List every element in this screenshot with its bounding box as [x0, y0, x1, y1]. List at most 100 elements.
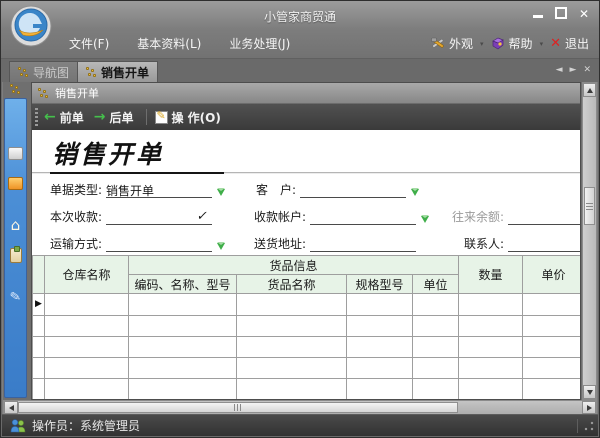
client-area: ⌂ ✎ 销售开单 ← 前单 → 后单	[3, 82, 597, 400]
grid-cell[interactable]	[129, 379, 237, 400]
menu-file[interactable]: 文件(F)	[69, 35, 109, 52]
sales-billing-panel: 销售开单 ← 前单 → 后单 操 作(O)	[31, 82, 581, 400]
grid-cell[interactable]	[45, 294, 129, 316]
grid-cell[interactable]	[523, 358, 580, 379]
address-input[interactable]	[310, 236, 416, 252]
grid-cell[interactable]	[45, 337, 129, 358]
shortcut-window-button[interactable]	[7, 145, 25, 161]
resize-grip-icon[interactable]	[584, 421, 594, 431]
grid-cell[interactable]	[237, 379, 347, 400]
tab-navigation-map[interactable]: 导航图	[9, 61, 78, 82]
grid-cell[interactable]	[459, 379, 523, 400]
grid-cell[interactable]	[413, 337, 459, 358]
grid-cell[interactable]	[523, 337, 580, 358]
scroll-up-button[interactable]	[583, 83, 596, 97]
scroll-left-button[interactable]	[4, 401, 18, 414]
help-dropdown-caret-icon[interactable]: ▾	[540, 40, 544, 48]
grid-cell[interactable]	[347, 358, 413, 379]
app-logo-icon[interactable]	[9, 4, 53, 48]
grid-row[interactable]	[33, 316, 581, 337]
contact-input[interactable]	[508, 236, 580, 252]
col-goods-name[interactable]: 货品名称	[237, 275, 347, 294]
col-quantity[interactable]: 数量	[459, 256, 523, 294]
exit-menu[interactable]: ✕ 退出	[550, 35, 589, 52]
grid-cell[interactable]	[347, 294, 413, 316]
next-bill-button[interactable]: → 后单	[94, 109, 134, 126]
account-input[interactable]	[310, 209, 416, 225]
transport-dropdown-icon[interactable]	[217, 243, 225, 250]
grid-cell[interactable]	[459, 358, 523, 379]
grid-row[interactable]	[33, 358, 581, 379]
col-unit-price[interactable]: 单价	[523, 256, 580, 294]
maximize-button[interactable]	[555, 7, 567, 19]
grid-cell[interactable]	[45, 379, 129, 400]
horizontal-scrollbar[interactable]	[3, 400, 597, 415]
grid-cell[interactable]	[347, 379, 413, 400]
grid-cell[interactable]	[413, 294, 459, 316]
scroll-down-button[interactable]	[583, 385, 596, 399]
col-warehouse[interactable]: 仓库名称	[45, 256, 129, 294]
toolbar-grip-handle[interactable]	[35, 108, 38, 126]
grid-cell[interactable]	[237, 316, 347, 337]
horizontal-scroll-thumb[interactable]	[18, 402, 458, 413]
vertical-scroll-thumb[interactable]	[584, 187, 595, 225]
grid-cell[interactable]	[459, 337, 523, 358]
menu-basic-data[interactable]: 基本资料(L)	[137, 35, 201, 52]
tab-close-icon[interactable]: ✕	[583, 65, 591, 75]
grid-cell[interactable]	[129, 337, 237, 358]
grid-cell[interactable]	[129, 316, 237, 337]
action-menu-button[interactable]: 操 作(O)	[155, 109, 221, 126]
scroll-right-button[interactable]	[582, 401, 596, 414]
grid-cell[interactable]	[459, 316, 523, 337]
vertical-scrollbar[interactable]	[582, 82, 597, 400]
appearance-menu[interactable]: 外观	[431, 35, 473, 52]
grid-cell[interactable]	[413, 358, 459, 379]
shortcut-pencil-button[interactable]: ✎	[7, 289, 25, 305]
shortcut-folder-button[interactable]	[7, 175, 25, 191]
grid-cell[interactable]	[413, 316, 459, 337]
appearance-dropdown-caret-icon[interactable]: ▾	[480, 40, 484, 48]
close-button[interactable]: ✕	[579, 7, 589, 21]
tab-sales-billing[interactable]: 销售开单	[77, 61, 158, 82]
grid-cell[interactable]	[237, 358, 347, 379]
grid-cell[interactable]	[413, 379, 459, 400]
shortcut-clipboard-button[interactable]	[7, 247, 25, 263]
grid-cell[interactable]	[347, 337, 413, 358]
col-unit[interactable]: 单位	[413, 275, 459, 294]
grid-cell[interactable]	[129, 294, 237, 316]
grid-cell[interactable]	[237, 337, 347, 358]
col-group-goods-info[interactable]: 货品信息	[129, 256, 459, 275]
contact-label: 联系人:	[464, 235, 504, 252]
tab-scroll-left-icon[interactable]: ◄	[556, 65, 563, 75]
customer-input[interactable]	[300, 182, 406, 198]
col-code-name-model[interactable]: 编码、名称、型号	[129, 275, 237, 294]
payment-input[interactable]: ✓	[106, 209, 212, 225]
clipboard-icon	[10, 248, 22, 263]
customer-dropdown-icon[interactable]	[411, 189, 419, 196]
col-spec-model[interactable]: 规格型号	[347, 275, 413, 294]
transport-input[interactable]	[106, 236, 212, 252]
grid-cell[interactable]	[45, 358, 129, 379]
doc-type-dropdown-icon[interactable]	[217, 189, 225, 196]
doc-type-input[interactable]: 销售开单	[106, 182, 212, 198]
account-dropdown-icon[interactable]	[421, 216, 429, 223]
tab-scroll-right-icon[interactable]: ►	[570, 65, 577, 75]
grid-row[interactable]	[33, 337, 581, 358]
prev-bill-button[interactable]: ← 前单	[44, 109, 84, 126]
grid-row[interactable]	[33, 379, 581, 400]
grid-cell[interactable]	[347, 316, 413, 337]
grid-cell[interactable]	[45, 316, 129, 337]
shortcut-home-button[interactable]: ⌂	[7, 217, 25, 233]
minimize-button[interactable]	[533, 7, 543, 18]
balance-input	[508, 209, 580, 225]
grid-cell[interactable]	[129, 358, 237, 379]
grid-cell[interactable]	[523, 316, 580, 337]
grid-cell[interactable]	[523, 379, 580, 400]
grid-cell[interactable]	[523, 294, 580, 316]
grid-cell[interactable]	[459, 294, 523, 316]
grid-row[interactable]: ▶	[33, 294, 581, 316]
grid-cell[interactable]	[237, 294, 347, 316]
field-contact: 联系人:	[464, 235, 580, 252]
menu-business[interactable]: 业务处理(J)	[229, 35, 290, 52]
help-menu[interactable]: 帮助	[491, 35, 533, 52]
